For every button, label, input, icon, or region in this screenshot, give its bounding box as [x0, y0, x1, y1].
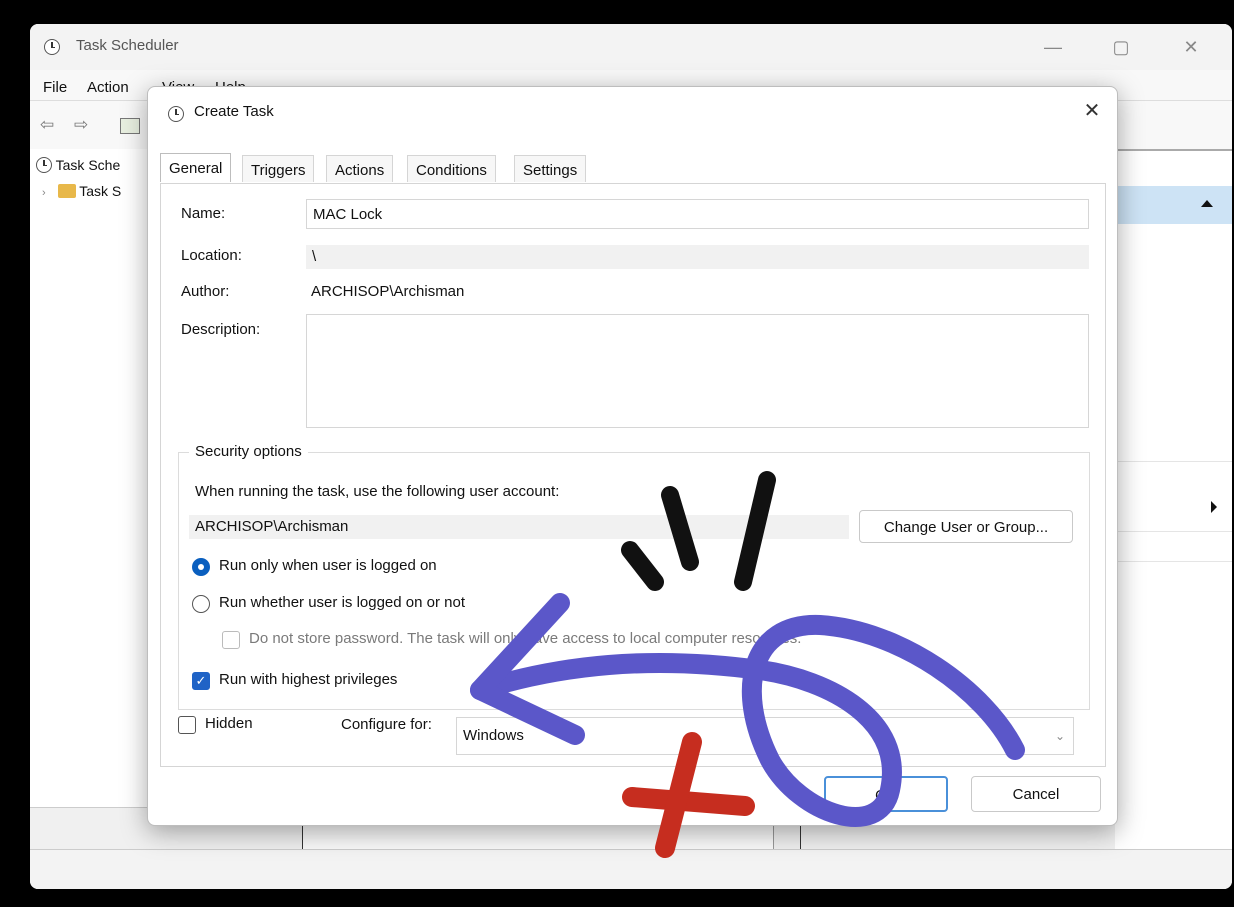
configure-for-value: Windows — [463, 727, 524, 744]
highest-privileges-label[interactable]: Run with highest privileges — [219, 671, 397, 688]
minimize-icon[interactable]: — — [1040, 34, 1066, 60]
divider — [1115, 561, 1232, 562]
author-label: Author: — [181, 283, 230, 300]
main-title-bar: Task Scheduler — ▢ ✕ — [30, 24, 1232, 70]
create-task-dialog: Create Task ✕ General Triggers Actions C… — [147, 86, 1118, 826]
clock-icon — [168, 106, 184, 122]
divider — [1115, 531, 1232, 532]
tree-item-library-label: Task S — [79, 183, 122, 199]
tree-item-root-label: Task Sche — [55, 157, 121, 173]
main-window-title: Task Scheduler — [76, 37, 179, 54]
name-label: Name: — [181, 205, 226, 222]
console-tree-icon[interactable] — [120, 118, 140, 134]
close-icon[interactable]: ✕ — [1079, 99, 1105, 125]
radio-run-logged-on[interactable] — [192, 558, 210, 576]
status-bar — [30, 849, 1232, 889]
close-icon[interactable]: ✕ — [1178, 34, 1204, 60]
general-tab-panel: Name: Location: \ Author: ARCHISOP\Archi… — [160, 183, 1106, 767]
do-not-store-password-label: Do not store password. The task will onl… — [249, 630, 802, 647]
tab-conditions[interactable]: Conditions — [407, 155, 496, 182]
radio-run-whether-logged-on[interactable] — [192, 595, 210, 613]
tree-pane: Task Sche › Task S — [30, 149, 151, 849]
clock-icon — [44, 39, 60, 55]
clock-icon — [36, 157, 52, 173]
author-value: ARCHISOP\Archisman — [311, 283, 465, 300]
user-account-value: ARCHISOP\Archisman — [189, 515, 849, 539]
configure-for-select[interactable]: Windows ⌄ — [456, 717, 1074, 755]
chevron-right-icon: › — [42, 187, 46, 199]
ok-button[interactable]: OK — [824, 776, 948, 812]
hidden-checkbox[interactable] — [178, 716, 196, 734]
security-options-legend: Security options — [189, 443, 308, 460]
divider — [1115, 461, 1232, 462]
tree-item-library[interactable]: › Task S — [42, 183, 121, 199]
description-label: Description: — [181, 321, 261, 338]
forward-arrow-icon[interactable]: ⇨ — [74, 115, 88, 135]
security-options-group: Security options When running the task, … — [178, 443, 1090, 710]
tree-item-root[interactable]: Task Sche — [36, 157, 120, 173]
maximize-icon[interactable]: ▢ — [1108, 34, 1134, 60]
folder-icon — [57, 184, 76, 198]
dialog-title: Create Task — [194, 103, 274, 120]
tab-settings[interactable]: Settings — [514, 155, 587, 182]
actions-pane — [1115, 149, 1232, 851]
tab-actions[interactable]: Actions — [326, 155, 394, 182]
name-input[interactable] — [306, 199, 1089, 229]
collapse-up-icon[interactable] — [1201, 200, 1213, 207]
account-prompt: When running the task, use the following… — [195, 483, 560, 500]
radio-run-logged-on-label[interactable]: Run only when user is logged on — [219, 557, 437, 574]
location-label: Location: — [181, 247, 242, 264]
change-user-or-group-button[interactable]: Change User or Group... — [859, 510, 1073, 543]
do-not-store-password-checkbox — [222, 631, 240, 649]
submenu-arrow-icon[interactable] — [1211, 501, 1217, 513]
actions-pane-header[interactable] — [1115, 186, 1232, 224]
highest-privileges-checkbox[interactable]: ✓ — [192, 672, 210, 690]
location-value: \ — [306, 245, 1089, 269]
menu-file[interactable]: File — [43, 79, 67, 96]
radio-run-whether-logged-on-label[interactable]: Run whether user is logged on or not — [219, 594, 465, 611]
tab-triggers[interactable]: Triggers — [242, 155, 315, 182]
description-input[interactable] — [306, 314, 1089, 428]
back-arrow-icon[interactable]: ⇦ — [40, 115, 54, 135]
cancel-button[interactable]: Cancel — [971, 776, 1101, 812]
tab-general[interactable]: General — [160, 153, 232, 182]
menu-action[interactable]: Action — [87, 79, 129, 96]
hidden-label[interactable]: Hidden — [205, 715, 253, 732]
configure-for-label: Configure for: — [341, 716, 432, 733]
chevron-down-icon: ⌄ — [1054, 729, 1065, 743]
